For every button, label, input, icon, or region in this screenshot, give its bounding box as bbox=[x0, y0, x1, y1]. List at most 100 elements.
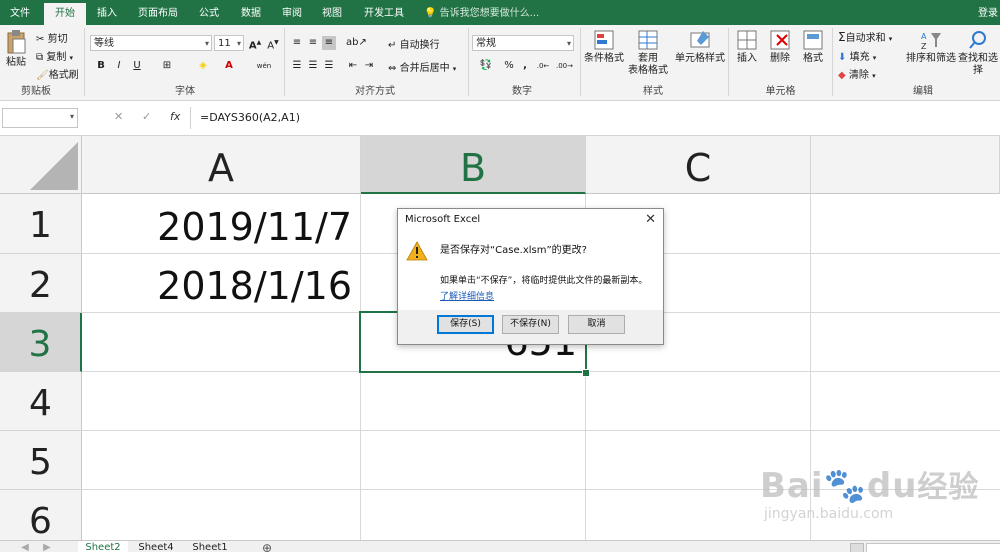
tab-file[interactable]: 文件 bbox=[0, 0, 40, 25]
orientation-icon[interactable]: ab↗ bbox=[346, 36, 367, 50]
merge-center-button[interactable]: ⇔ 合并后居中 ▾ bbox=[388, 59, 456, 74]
formula-input[interactable]: =DAYS360(A2,A1) bbox=[200, 101, 400, 135]
column-header-c[interactable]: C bbox=[586, 136, 811, 194]
align-bottom-icon[interactable]: ≡ bbox=[322, 36, 336, 50]
select-all-corner[interactable] bbox=[0, 136, 82, 194]
format-cells-button[interactable]: 格式 bbox=[799, 29, 827, 65]
decrease-decimal-icon[interactable]: .00→ bbox=[556, 59, 573, 73]
tell-me-search[interactable]: 💡 告诉我您想要做什么... bbox=[424, 0, 539, 25]
enter-icon[interactable]: ✓ bbox=[142, 110, 151, 123]
row-header-2[interactable]: 2 bbox=[0, 254, 82, 313]
sheet-tab-sheet1[interactable]: Sheet1 bbox=[184, 541, 236, 552]
decrease-font-button[interactable]: A▼ bbox=[266, 36, 280, 51]
sheet-tab-sheet2[interactable]: Sheet2 bbox=[78, 541, 128, 552]
increase-decimal-icon[interactable]: .0← bbox=[536, 59, 550, 73]
column-header-b[interactable]: B bbox=[361, 136, 586, 194]
comma-button[interactable]: , bbox=[518, 59, 532, 73]
row-header-6[interactable]: 6 bbox=[0, 490, 82, 540]
divider bbox=[728, 28, 729, 96]
find-select-button[interactable]: 查找和选择 bbox=[956, 29, 1000, 77]
save-changes-dialog: Microsoft Excel ✕ 是否保存对“Case.xlsm”的更改? 如… bbox=[397, 208, 664, 345]
ribbon: 粘贴 ✂ 剪切 ⧉ 复制 ▾ 🖌格式刷 剪贴板 等线 ▾ 11 ▾ A▲ A▼ B … bbox=[0, 25, 1000, 101]
tab-data[interactable]: 数据 bbox=[232, 0, 270, 25]
sheet-tab-bar: ◀ ▶ Sheet2 Sheet4 Sheet1 ⊕ bbox=[0, 540, 1000, 552]
sheet-tab-sheet4[interactable]: Sheet4 bbox=[130, 541, 182, 552]
bold-button[interactable]: B bbox=[94, 59, 108, 73]
number-format-select[interactable]: 常规 ▾ bbox=[472, 35, 574, 51]
align-center-icon[interactable]: ☰ bbox=[306, 59, 320, 73]
tab-view[interactable]: 视图 bbox=[314, 0, 350, 25]
tell-me-text: 告诉我您想要做什么... bbox=[439, 8, 540, 19]
copy-button[interactable]: ⧉ 复制 ▾ bbox=[36, 48, 73, 63]
dont-save-button[interactable]: 不保存(N) bbox=[502, 315, 559, 334]
fx-icon[interactable]: fx bbox=[170, 110, 180, 123]
align-middle-icon[interactable]: ≡ bbox=[306, 36, 320, 50]
cancel-button[interactable]: 取消 bbox=[568, 315, 625, 334]
cell-a1[interactable]: 2019/11/7 bbox=[82, 194, 360, 253]
paste-button[interactable]: 粘贴 bbox=[4, 29, 28, 69]
sort-filter-button[interactable]: AZ 排序和筛选 bbox=[906, 29, 956, 65]
phonetic-button[interactable]: wén bbox=[254, 59, 274, 73]
increase-indent-icon[interactable]: ⇥ bbox=[362, 59, 376, 73]
tab-page-layout[interactable]: 页面布局 bbox=[130, 0, 186, 25]
align-left-icon[interactable]: ☰ bbox=[290, 59, 304, 73]
close-icon[interactable]: ✕ bbox=[645, 212, 656, 227]
row-header-4[interactable]: 4 bbox=[0, 372, 82, 431]
fill-color-icon[interactable]: ◈ bbox=[196, 59, 210, 73]
font-name-select[interactable]: 等线 ▾ bbox=[90, 35, 212, 51]
column-header-a[interactable]: A bbox=[82, 136, 361, 194]
currency-icon[interactable]: 💱 bbox=[476, 59, 496, 73]
add-sheet-icon[interactable]: ⊕ bbox=[258, 541, 276, 552]
align-right-icon[interactable]: ☰ bbox=[322, 59, 336, 73]
insert-cells-button[interactable]: 插入 bbox=[733, 29, 761, 65]
tab-home[interactable]: 开始 bbox=[44, 3, 86, 25]
cell-styles-button[interactable]: 单元格样式 bbox=[674, 29, 726, 65]
learn-more-link[interactable]: 了解详细信息 bbox=[440, 289, 494, 302]
save-button[interactable]: 保存(S) bbox=[437, 315, 494, 334]
cancel-icon[interactable]: ✕ bbox=[114, 110, 123, 123]
tab-review[interactable]: 审阅 bbox=[274, 0, 310, 25]
delete-cells-button[interactable]: 删除 bbox=[766, 29, 794, 65]
format-painter-button[interactable]: 🖌格式刷 bbox=[36, 66, 79, 81]
autosum-button[interactable]: Σ自动求和 ▾ bbox=[838, 29, 892, 44]
font-color-icon[interactable]: A bbox=[222, 59, 236, 73]
login-button[interactable]: 登录 bbox=[978, 0, 998, 25]
tab-formulas[interactable]: 公式 bbox=[190, 0, 228, 25]
delete-icon bbox=[770, 30, 790, 50]
table-icon bbox=[638, 30, 658, 50]
clear-button[interactable]: ◆ 清除 ▾ bbox=[838, 66, 876, 81]
svg-text:Z: Z bbox=[921, 42, 927, 51]
gridline bbox=[82, 430, 1000, 431]
row-header-1[interactable]: 1 bbox=[0, 194, 82, 254]
increase-font-button[interactable]: A▲ bbox=[248, 36, 262, 51]
border-icon[interactable]: ⊞ bbox=[160, 59, 174, 73]
scroll-right-icon[interactable]: ▶ bbox=[40, 541, 54, 552]
align-top-icon[interactable]: ≡ bbox=[290, 36, 304, 50]
insert-icon bbox=[737, 30, 757, 50]
percent-button[interactable]: % bbox=[502, 59, 516, 73]
tab-insert[interactable]: 插入 bbox=[88, 0, 126, 25]
fill-handle[interactable] bbox=[582, 369, 590, 377]
conditional-format-icon bbox=[594, 30, 614, 50]
format-as-table-button[interactable]: 套用 表格格式 bbox=[625, 29, 671, 77]
chevron-down-icon: ▾ bbox=[69, 112, 74, 121]
conditional-format-button[interactable]: 条件格式 bbox=[583, 29, 625, 65]
alignment-group-label: 对齐方式 bbox=[355, 86, 395, 97]
font-group-label: 字体 bbox=[175, 86, 195, 97]
wrap-icon: ↵ bbox=[388, 40, 397, 51]
cut-button[interactable]: ✂ 剪切 bbox=[36, 30, 68, 45]
underline-button[interactable]: U bbox=[130, 59, 144, 73]
scroll-left-icon[interactable]: ◀ bbox=[18, 541, 32, 552]
wrap-text-button[interactable]: ↵ 自动换行 bbox=[388, 36, 440, 51]
column-header-d[interactable] bbox=[811, 136, 1000, 194]
font-size-select[interactable]: 11 ▾ bbox=[214, 35, 244, 51]
tab-developer[interactable]: 开发工具 bbox=[356, 0, 412, 25]
row-header-5[interactable]: 5 bbox=[0, 431, 82, 490]
dialog-title: Microsoft Excel bbox=[405, 214, 481, 225]
italic-button[interactable]: I bbox=[112, 59, 126, 73]
name-box[interactable]: ▾ bbox=[2, 108, 78, 128]
fill-button[interactable]: ⬇ 填充 ▾ bbox=[838, 48, 876, 63]
decrease-indent-icon[interactable]: ⇤ bbox=[346, 59, 360, 73]
cell-a2[interactable]: 2018/1/16 bbox=[82, 254, 360, 312]
row-header-3[interactable]: 3 bbox=[0, 313, 82, 372]
